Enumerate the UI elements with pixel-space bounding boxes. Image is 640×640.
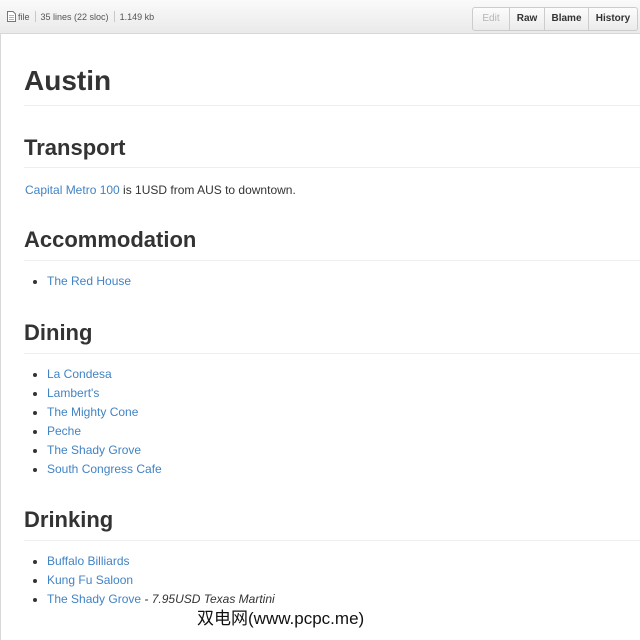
shady-grove-dining-link[interactable]: The Shady Grove — [47, 443, 141, 457]
peche-link[interactable]: Peche — [47, 424, 81, 438]
la-condesa-link[interactable]: La Condesa — [47, 367, 112, 381]
lamberts-link[interactable]: Lambert's — [47, 386, 99, 400]
title-rule — [24, 105, 640, 106]
history-button[interactable]: History — [588, 8, 637, 30]
raw-button[interactable]: Raw — [509, 8, 544, 30]
heading-drinking: Drinking — [24, 507, 114, 532]
file-size: 1.149 kb — [119, 11, 155, 22]
meta-divider — [34, 11, 36, 22]
meta-divider — [113, 11, 115, 22]
file-meta: file 35 lines (22 sloc) 1.149 kb — [7, 11, 154, 22]
buffalo-billiards-link[interactable]: Buffalo Billiards — [47, 554, 130, 568]
list-item: Kung Fu Saloon — [33, 571, 275, 590]
file-header: file 35 lines (22 sloc) 1.149 kb Edit Ra… — [0, 0, 640, 34]
list-item: The Shady Grove — [33, 441, 162, 460]
transport-paragraph: Capital Metro 100 is 1USD from AUS to do… — [25, 182, 296, 198]
accommodation-rule — [24, 260, 640, 261]
readme-content: Austin Transport Capital Metro 100 is 1U… — [0, 34, 640, 640]
file-actions: Edit Raw Blame History — [472, 7, 638, 31]
drinking-list: Buffalo Billiards Kung Fu Saloon The Sha… — [25, 552, 275, 609]
file-label: file — [18, 11, 30, 22]
accommodation-list: The Red House — [25, 272, 131, 291]
list-item: Buffalo Billiards — [33, 552, 275, 571]
drinking-rule — [24, 540, 640, 541]
kung-fu-saloon-link[interactable]: Kung Fu Saloon — [47, 573, 133, 587]
list-item: The Red House — [32, 272, 131, 291]
dining-rule — [24, 353, 640, 354]
heading-dining: Dining — [24, 320, 93, 345]
mighty-cone-link[interactable]: The Mighty Cone — [47, 405, 138, 419]
list-item: The Mighty Cone — [33, 403, 162, 422]
line-count: 35 lines (22 sloc) — [40, 11, 109, 22]
dining-list: La Condesa Lambert's The Mighty Cone Pec… — [25, 365, 162, 479]
list-item: Lambert's — [33, 384, 162, 403]
transport-rule — [24, 167, 640, 168]
page-title: Austin — [24, 65, 112, 96]
file-icon — [7, 11, 16, 22]
list-item: La Condesa — [33, 365, 162, 384]
south-congress-cafe-link[interactable]: South Congress Cafe — [47, 462, 162, 476]
blame-button[interactable]: Blame — [544, 8, 588, 30]
shady-grove-drinking-link[interactable]: The Shady Grove — [47, 592, 141, 606]
heading-accommodation: Accommodation — [24, 227, 197, 252]
edit-button: Edit — [482, 13, 500, 24]
list-item: South Congress Cafe — [33, 460, 162, 479]
transport-text: is 1USD from AUS to downtown. — [119, 183, 296, 197]
heading-transport: Transport — [24, 135, 126, 160]
red-house-link[interactable]: The Red House — [47, 274, 131, 288]
list-item: Peche — [33, 422, 162, 441]
watermark: 双电网(www.pcpc.me) — [197, 609, 365, 628]
capital-metro-link[interactable]: Capital Metro 100 — [25, 183, 120, 197]
